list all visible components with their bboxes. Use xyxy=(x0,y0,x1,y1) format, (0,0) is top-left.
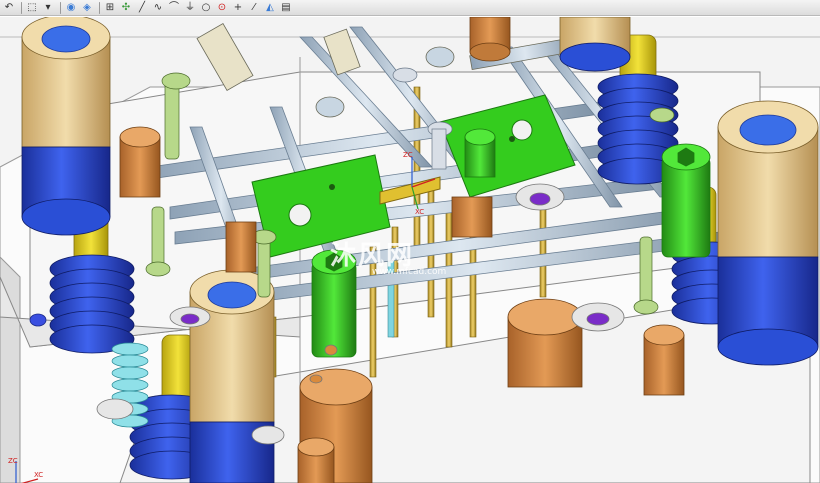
toolbar-separator xyxy=(21,1,22,14)
shaded-view-icon[interactable]: ◉ xyxy=(64,1,78,14)
undo-icon[interactable]: ↶ xyxy=(2,1,16,14)
watermark-url: www.mfcad.com xyxy=(372,267,447,277)
slash-tool-icon[interactable]: ⁄ xyxy=(247,1,261,14)
dropdown-icon[interactable]: ▾ xyxy=(41,1,55,14)
guide-bushing xyxy=(559,17,631,72)
graphics-viewport[interactable]: ZC XC 沐风网 www.mfcad.com ZC XC YC xyxy=(0,17,820,483)
guide-bushing xyxy=(21,17,111,236)
select-box-icon[interactable]: ⬚ xyxy=(25,1,39,14)
line-tool-icon[interactable]: ╱ xyxy=(135,1,149,14)
curve-tool-icon[interactable]: ∿ xyxy=(151,1,165,14)
guide-bushing xyxy=(717,100,819,366)
plate-hole xyxy=(511,119,533,141)
plate-hole xyxy=(288,203,312,227)
plate-hole xyxy=(329,184,335,190)
toolbar-separator xyxy=(99,1,100,14)
snap-point-icon[interactable]: ✣ xyxy=(119,1,133,14)
wireframe-view-icon[interactable]: ◈ xyxy=(80,1,94,14)
toolbar-separator xyxy=(60,1,61,14)
triad-x-label: XC xyxy=(34,471,43,479)
tangent-tool-icon[interactable]: ⏚ xyxy=(183,1,197,14)
triad-z-label: ZC xyxy=(8,457,18,465)
plate-hole xyxy=(509,136,515,142)
csys-z-label: ZC xyxy=(403,151,413,159)
guide-bushing xyxy=(189,269,275,483)
layer-icon[interactable]: ▤ xyxy=(279,1,293,14)
circle-tool-icon[interactable]: ○ xyxy=(199,1,213,14)
arc-tool-icon[interactable]: ⌒ xyxy=(167,1,181,14)
point-tool-icon[interactable]: ⊙ xyxy=(215,1,229,14)
toolbar: ↶ ⬚ ▾ ◉ ◈ ⊞ ✣ ╱ ∿ ⌒ ⏚ ○ ⊙ + ⁄ ◭ ▤ xyxy=(0,0,820,16)
snap-grid-icon[interactable]: ⊞ xyxy=(103,1,117,14)
plus-tool-icon[interactable]: + xyxy=(231,1,245,14)
csys-x-label: XC xyxy=(415,208,424,216)
measure-icon[interactable]: ◭ xyxy=(263,1,277,14)
view-triad[interactable]: ZC XC YC xyxy=(6,455,46,483)
